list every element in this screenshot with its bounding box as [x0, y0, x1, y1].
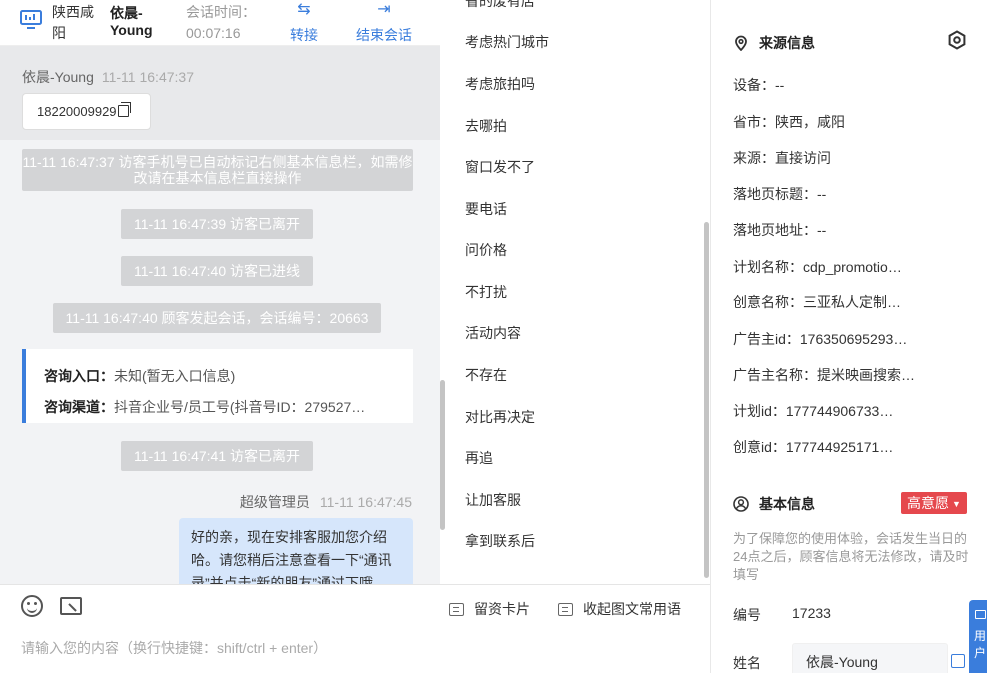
visitor-message-block: 依晨-Young 11-11 16:47:37 18220009929 — [0, 46, 440, 140]
message-card-icon — [558, 603, 573, 616]
chat-scrollbar[interactable] — [440, 380, 445, 530]
system-message: 11-11 16:47:37 访客手机号已自动标记右侧基本信息栏，如需修改请在基… — [22, 149, 413, 191]
quick-reply-item[interactable]: 窗口发不了 — [465, 157, 535, 177]
intent-level-label: 高意愿 — [907, 495, 949, 511]
monitor-icon — [20, 10, 42, 29]
image-icon[interactable] — [60, 597, 82, 615]
caret-down-icon: ▼ — [952, 499, 961, 509]
collapse-phrases-label: 收起图文常用语 — [583, 601, 681, 617]
consult-channel-row: 咨询渠道：抖音企业号/员工号(抖音号ID：279527… — [44, 392, 395, 423]
source-info-title-text: 来源信息 — [759, 35, 815, 51]
copy-icon[interactable] — [117, 102, 131, 117]
message-input[interactable]: 请输入您的内容（换行快捷键：shift/ctrl + enter） — [21, 638, 327, 658]
transfer-icon: ⇆ — [297, 1, 311, 18]
source-info-title: 来源信息 — [733, 33, 815, 53]
consult-entry-row: 咨询入口：未知(暂无入口信息) — [44, 361, 395, 392]
edit-notice: 为了保障您的使用体验，会话发生当日的24点之后，顾客信息将无法修改，请及时填写 — [733, 531, 969, 582]
user-panel-tab[interactable]: 用户 — [969, 600, 987, 673]
message-composer: 留资卡片 收起图文常用语 请输入您的内容（换行快捷键：shift/ctrl + … — [0, 584, 710, 673]
quick-reply-item[interactable]: 考虑旅拍吗 — [465, 74, 535, 94]
quick-reply-item[interactable]: 考虑热门城市 — [465, 32, 549, 52]
session-time-value: 00:07:16 — [186, 25, 241, 41]
quick-reply-item[interactable]: 让加客服 — [465, 490, 521, 510]
visitor-name: 依晨-Young — [110, 5, 153, 38]
quick-reply-item[interactable]: 拿到联系后 — [465, 531, 535, 551]
source-province-city: 省市：陕西，咸阳 — [733, 114, 845, 130]
user-panel-tab-label: 用户 — [973, 629, 986, 660]
id-label: 编号 — [733, 607, 761, 623]
quick-reply-item[interactable]: 再追 — [465, 448, 493, 468]
quick-reply-item[interactable]: 要电话 — [465, 199, 507, 219]
emoji-icon[interactable] — [21, 595, 43, 617]
leave-card-label: 留资卡片 — [474, 601, 530, 617]
session-time-label: 会话时间： — [186, 4, 256, 20]
visitor-location: 陕西咸阳 — [52, 4, 94, 41]
settings-icon[interactable] — [947, 30, 967, 50]
source-plan-name: 计划名称：cdp_promotio… — [733, 259, 902, 275]
source-creative-id: 创意id：177744925171… — [733, 439, 894, 455]
consult-info-card: 咨询入口：未知(暂无入口信息) 咨询渠道：抖音企业号/员工号(抖音号ID：279… — [22, 349, 413, 423]
quick-reply-scrollbar[interactable] — [704, 222, 709, 578]
phone-number: 18220009929 — [37, 104, 117, 119]
transfer-label: 转接 — [290, 27, 318, 43]
quick-reply-item[interactable]: 对比再决定 — [465, 407, 535, 427]
source-advertiser-name: 广告主名称：提米映画搜索… — [733, 367, 915, 383]
visitor-message-time: 11-11 16:47:37 — [101, 69, 194, 85]
quick-reply-list: 省的废有店 考虑热门城市 考虑旅拍吗 去哪拍 窗口发不了 要电话 问价格 不打扰… — [447, 0, 710, 584]
consult-channel-label: 咨询渠道： — [44, 399, 114, 415]
name-label: 姓名 — [733, 655, 761, 671]
visitor-info-panel: 来源信息 设备：-- 省市：陕西，咸阳 来源：直接访问 落地页标题：-- 落地页… — [711, 0, 987, 673]
source-advertiser-id: 广告主id：176350695293… — [733, 331, 908, 347]
quick-reply-item[interactable]: 省的废有店 — [465, 0, 535, 11]
copy-icon[interactable] — [951, 654, 965, 668]
message-card-icon — [449, 603, 464, 616]
source-device: 设备：-- — [733, 77, 785, 93]
source-creative-name: 创意名称：三亚私人定制… — [733, 294, 901, 310]
system-message: 11-11 16:47:41 访客已离开 — [121, 441, 313, 471]
agent-sender-name: 超级管理员 — [239, 494, 310, 510]
agent-sender: 超级管理员 11-11 16:47:45 — [240, 492, 412, 512]
source-plan-id: 计划id：177744906733… — [733, 403, 894, 419]
collapse-phrases-button[interactable]: 收起图文常用语 — [558, 599, 681, 619]
end-session-button[interactable]: ⇥ 结束会话 — [356, 0, 412, 46]
exit-icon: ⇥ — [377, 1, 391, 18]
name-field[interactable]: 依晨-Young — [792, 643, 948, 673]
quick-reply-item[interactable]: 不存在 — [465, 365, 507, 385]
consult-entry-value: 未知(暂无入口信息) — [114, 368, 236, 384]
end-session-label: 结束会话 — [356, 27, 412, 43]
consult-entry-label: 咨询入口： — [44, 368, 114, 384]
source-landing-url: 落地页地址：-- — [733, 222, 827, 238]
quick-reply-item[interactable]: 活动内容 — [465, 323, 521, 343]
message-list: 依晨-Young 11-11 16:47:37 18220009929 11-11… — [0, 46, 440, 584]
quick-reply-item[interactable]: 去哪拍 — [465, 116, 507, 136]
system-message: 11-11 16:47:40 访客已进线 — [121, 256, 313, 286]
transfer-button[interactable]: ⇆ 转接 — [290, 0, 318, 46]
visitor-sender-name: 依晨-Young — [22, 69, 94, 85]
message-icon — [974, 610, 986, 619]
intent-level-dropdown[interactable]: 高意愿 ▼ — [901, 492, 967, 514]
source-origin: 来源：直接访问 — [733, 150, 831, 166]
user-icon — [733, 496, 749, 512]
location-pin-icon — [735, 35, 747, 51]
system-message: 11-11 16:47:39 访客已离开 — [121, 209, 313, 239]
agent-message-bubble: 好的亲，现在安排客服加您介绍哈。请您稍后注意查看一下“通讯录”并点击“新的朋友”… — [179, 518, 413, 584]
phone-number-bubble: 18220009929 — [22, 93, 151, 130]
id-value: 17233 — [792, 605, 831, 621]
chat-header: 陕西咸阳 依晨-Young 会话时间： 00:07:16 ⇆ 转接 ⇥ 结束会话 — [0, 0, 440, 46]
system-message: 11-11 16:47:40 顾客发起会话，会话编号：20663 — [53, 303, 381, 333]
consult-channel-value: 抖音企业号/员工号(抖音号ID：279527… — [114, 399, 366, 415]
quick-reply-item[interactable]: 问价格 — [465, 240, 507, 260]
chat-panel: 陕西咸阳 依晨-Young 会话时间： 00:07:16 ⇆ 转接 ⇥ 结束会话… — [0, 0, 447, 673]
agent-message-time: 11-11 16:47:45 — [319, 494, 412, 510]
visitor-sender: 依晨-Young 11-11 16:47:37 — [22, 67, 194, 87]
basic-info-title: 基本信息 — [733, 494, 815, 514]
leave-card-button[interactable]: 留资卡片 — [449, 599, 530, 619]
source-landing-title: 落地页标题：-- — [733, 186, 827, 202]
basic-info-title-text: 基本信息 — [759, 496, 815, 512]
quick-reply-item[interactable]: 不打扰 — [465, 282, 507, 302]
